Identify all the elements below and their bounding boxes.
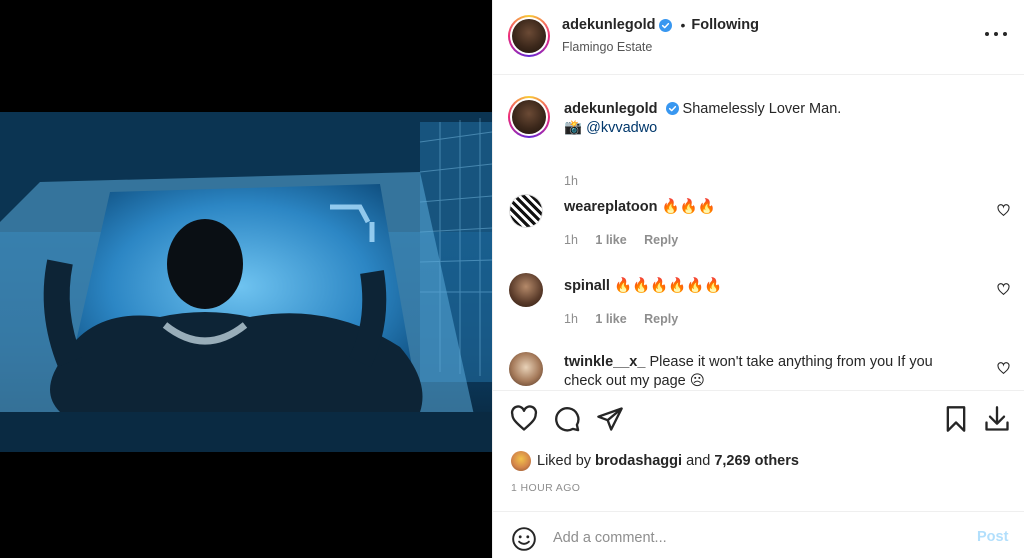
- verified-badge-icon: [659, 18, 673, 32]
- heart-icon[interactable]: [997, 362, 1010, 375]
- paper-plane-icon[interactable]: [596, 405, 624, 433]
- post-header: adekunlegold • Following Flamingo Estate: [493, 0, 1024, 75]
- comment-avatar[interactable]: [509, 352, 543, 386]
- heart-icon[interactable]: [997, 204, 1010, 217]
- comment-text: 🔥🔥🔥: [661, 199, 716, 215]
- likes-others-link[interactable]: 7,269 others: [714, 453, 799, 469]
- comment-time: 1h: [564, 312, 578, 326]
- post-photo[interactable]: [0, 112, 492, 452]
- comment-icon[interactable]: [553, 405, 581, 433]
- comment-likes-link[interactable]: 1 like: [595, 312, 626, 326]
- post-side-panel: adekunlegold • Following Flamingo Estate…: [492, 0, 1024, 558]
- likes-summary: Liked by brodashaggi and 7,269 others: [511, 451, 799, 471]
- more-options-icon[interactable]: [985, 24, 1007, 44]
- comment-text: 🔥🔥🔥🔥🔥🔥: [613, 278, 723, 294]
- comments-list[interactable]: adekunlegold Shamelessly Lover Man. 📸 @k…: [493, 76, 1024, 389]
- likes-and: and: [686, 453, 711, 469]
- post-location[interactable]: Flamingo Estate: [562, 40, 652, 54]
- separator-dot: •: [680, 17, 686, 33]
- likes-prefix: Liked by: [537, 453, 592, 469]
- post-actions: Liked by brodashaggi and 7,269 others 1 …: [493, 390, 1024, 558]
- liker-avatar[interactable]: [511, 451, 531, 471]
- comment-username[interactable]: weareplatoon: [564, 199, 657, 215]
- heart-icon[interactable]: [997, 283, 1010, 296]
- liker-username[interactable]: brodashaggi: [595, 453, 682, 469]
- author-username[interactable]: adekunlegold: [562, 17, 655, 33]
- comment-reply-button[interactable]: Reply: [644, 233, 678, 247]
- comment-avatar[interactable]: [509, 273, 543, 307]
- post-timestamp[interactable]: 1 HOUR AGO: [511, 482, 580, 494]
- emoji-icon[interactable]: [511, 526, 537, 552]
- comment-time: 1h: [564, 233, 578, 247]
- comment-input[interactable]: [553, 525, 953, 551]
- comment-avatar[interactable]: [509, 194, 543, 228]
- author-avatar[interactable]: [508, 15, 550, 57]
- bookmark-icon[interactable]: [942, 405, 970, 433]
- comment-reply-button[interactable]: Reply: [644, 312, 678, 326]
- download-icon[interactable]: [983, 405, 1011, 433]
- comment-likes-link[interactable]: 1 like: [595, 233, 626, 247]
- caption-time: 1h: [564, 174, 578, 188]
- bathtub-scene-image: [0, 112, 492, 452]
- caption-text: Shamelessly Lover Man.: [682, 101, 842, 117]
- post-media: [0, 0, 492, 558]
- post-comment-button[interactable]: Post: [977, 529, 1008, 545]
- comment-username[interactable]: twinkle__x_: [564, 354, 645, 370]
- caption-avatar[interactable]: [508, 96, 550, 138]
- comment-username[interactable]: spinall: [564, 278, 610, 294]
- heart-icon[interactable]: [510, 405, 538, 433]
- verified-badge-icon: [665, 102, 679, 115]
- caption-username[interactable]: adekunlegold: [564, 101, 657, 117]
- camera-emoji: 📸: [564, 120, 583, 136]
- following-button[interactable]: Following: [691, 17, 759, 33]
- comment-composer: Post: [493, 511, 1024, 558]
- caption-mention-link[interactable]: @kvvadwo: [586, 120, 657, 136]
